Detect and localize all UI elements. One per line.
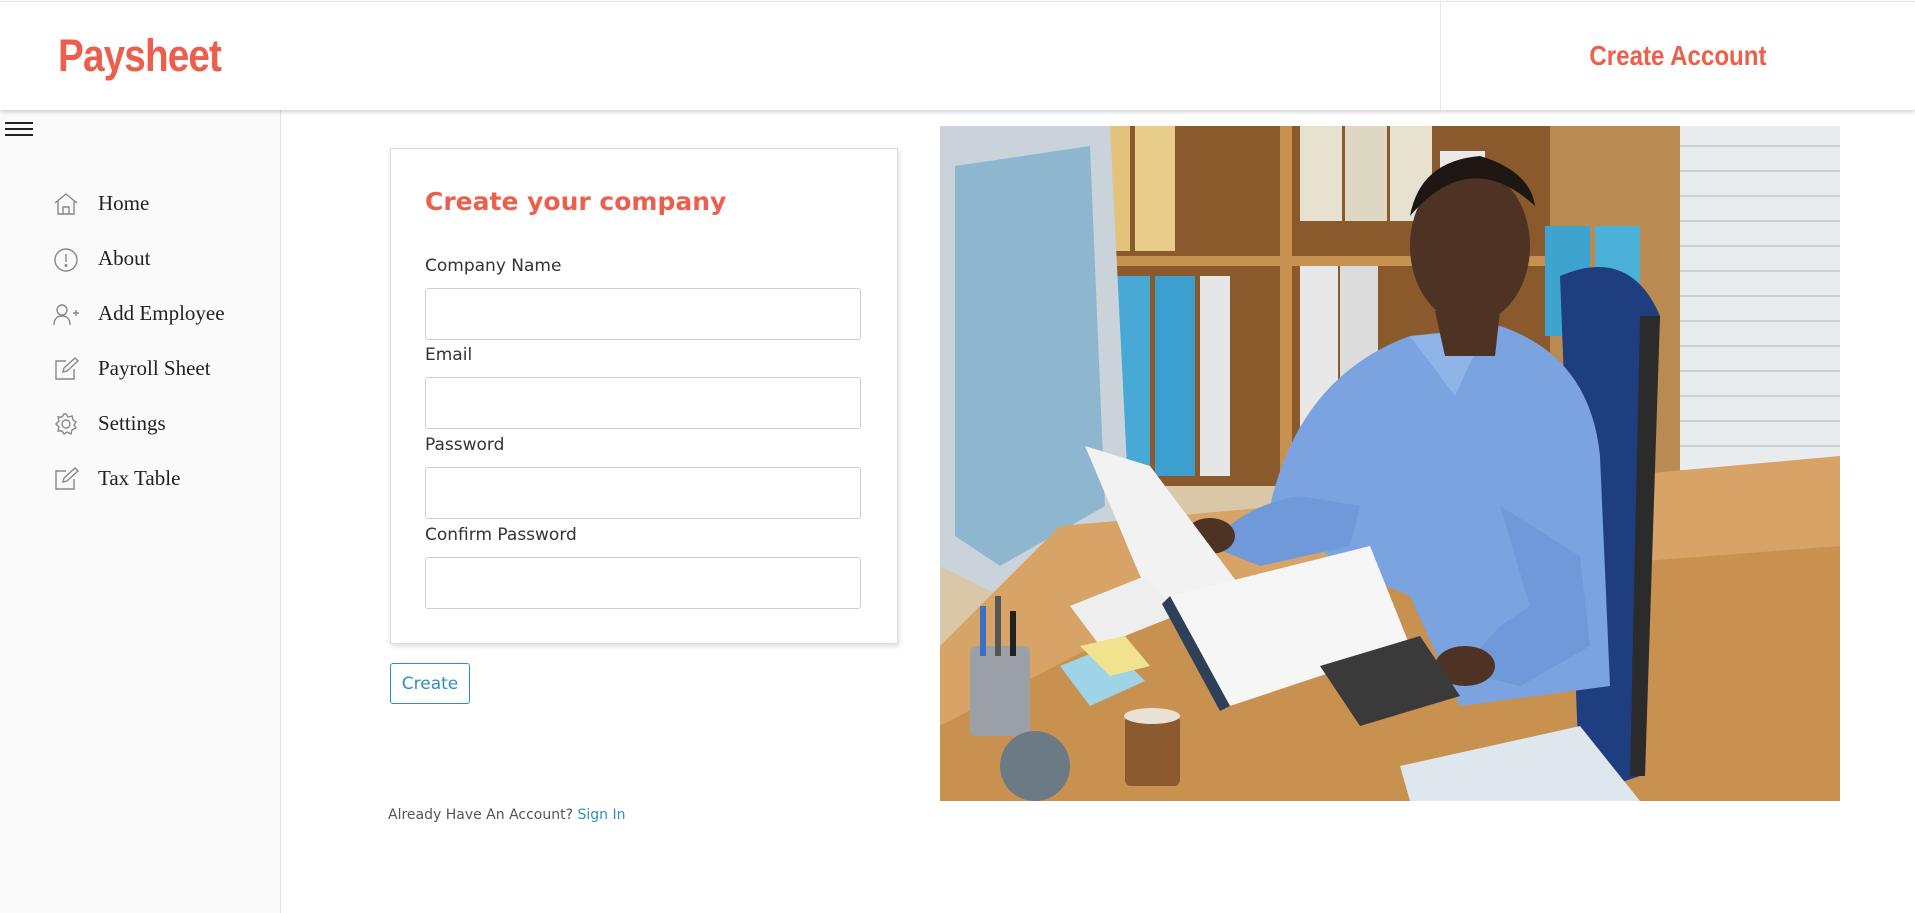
company-name-label: Company Name	[425, 256, 562, 276]
sidebar-item-payroll-sheet[interactable]: Payroll Sheet	[52, 341, 225, 396]
email-input[interactable]	[425, 377, 861, 429]
sidebar-item-label: Payroll Sheet	[98, 356, 211, 380]
create-account-link[interactable]: Create Account	[1440, 2, 1915, 110]
sidebar-item-label: Tax Table	[98, 466, 181, 490]
sidebar-item-tax-table[interactable]: Tax Table	[52, 451, 225, 506]
sidebar: Home About Add Employee Payroll Sheet Se…	[0, 110, 281, 913]
sidebar-item-home[interactable]: Home	[52, 176, 225, 231]
confirm-password-label: Confirm Password	[425, 525, 577, 545]
signin-row: Already Have An Account? Sign In	[388, 807, 626, 823]
hamburger-menu-icon[interactable]	[5, 118, 33, 140]
confirm-password-input[interactable]	[425, 557, 861, 609]
create-button[interactable]: Create	[390, 663, 470, 704]
brand-logo[interactable]: Paysheet	[58, 30, 222, 82]
sidebar-item-add-employee[interactable]: Add Employee	[52, 286, 225, 341]
signin-link[interactable]: Sign In	[578, 807, 626, 823]
sidebar-item-label: About	[98, 246, 151, 270]
home-icon	[54, 192, 78, 215]
sidebar-item-settings[interactable]: Settings	[52, 396, 225, 451]
office-photo	[940, 126, 1840, 801]
sidebar-item-about[interactable]: About	[52, 231, 225, 286]
gear-icon	[55, 412, 78, 435]
info-icon	[54, 247, 78, 272]
create-account-label: Create Account	[1588, 40, 1767, 71]
sidebar-item-label: Add Employee	[98, 301, 225, 325]
sidebar-item-label: Settings	[98, 411, 166, 435]
password-input[interactable]	[425, 467, 861, 519]
email-label: Email	[425, 345, 473, 365]
edit-icon	[55, 356, 80, 380]
form-title: Create your company	[425, 187, 727, 216]
edit-icon	[55, 466, 80, 490]
top-header: Paysheet Create Account	[0, 1, 1915, 110]
add-user-icon	[53, 303, 79, 325]
company-name-input[interactable]	[425, 288, 861, 340]
signin-prompt: Already Have An Account?	[388, 807, 574, 823]
sidebar-nav: Home About Add Employee Payroll Sheet Se…	[52, 176, 225, 506]
sidebar-item-label: Home	[98, 191, 150, 215]
create-company-card: Create your company Company Name Email P…	[390, 148, 898, 644]
password-label: Password	[425, 435, 505, 455]
office-photo-illustration	[940, 126, 1840, 801]
